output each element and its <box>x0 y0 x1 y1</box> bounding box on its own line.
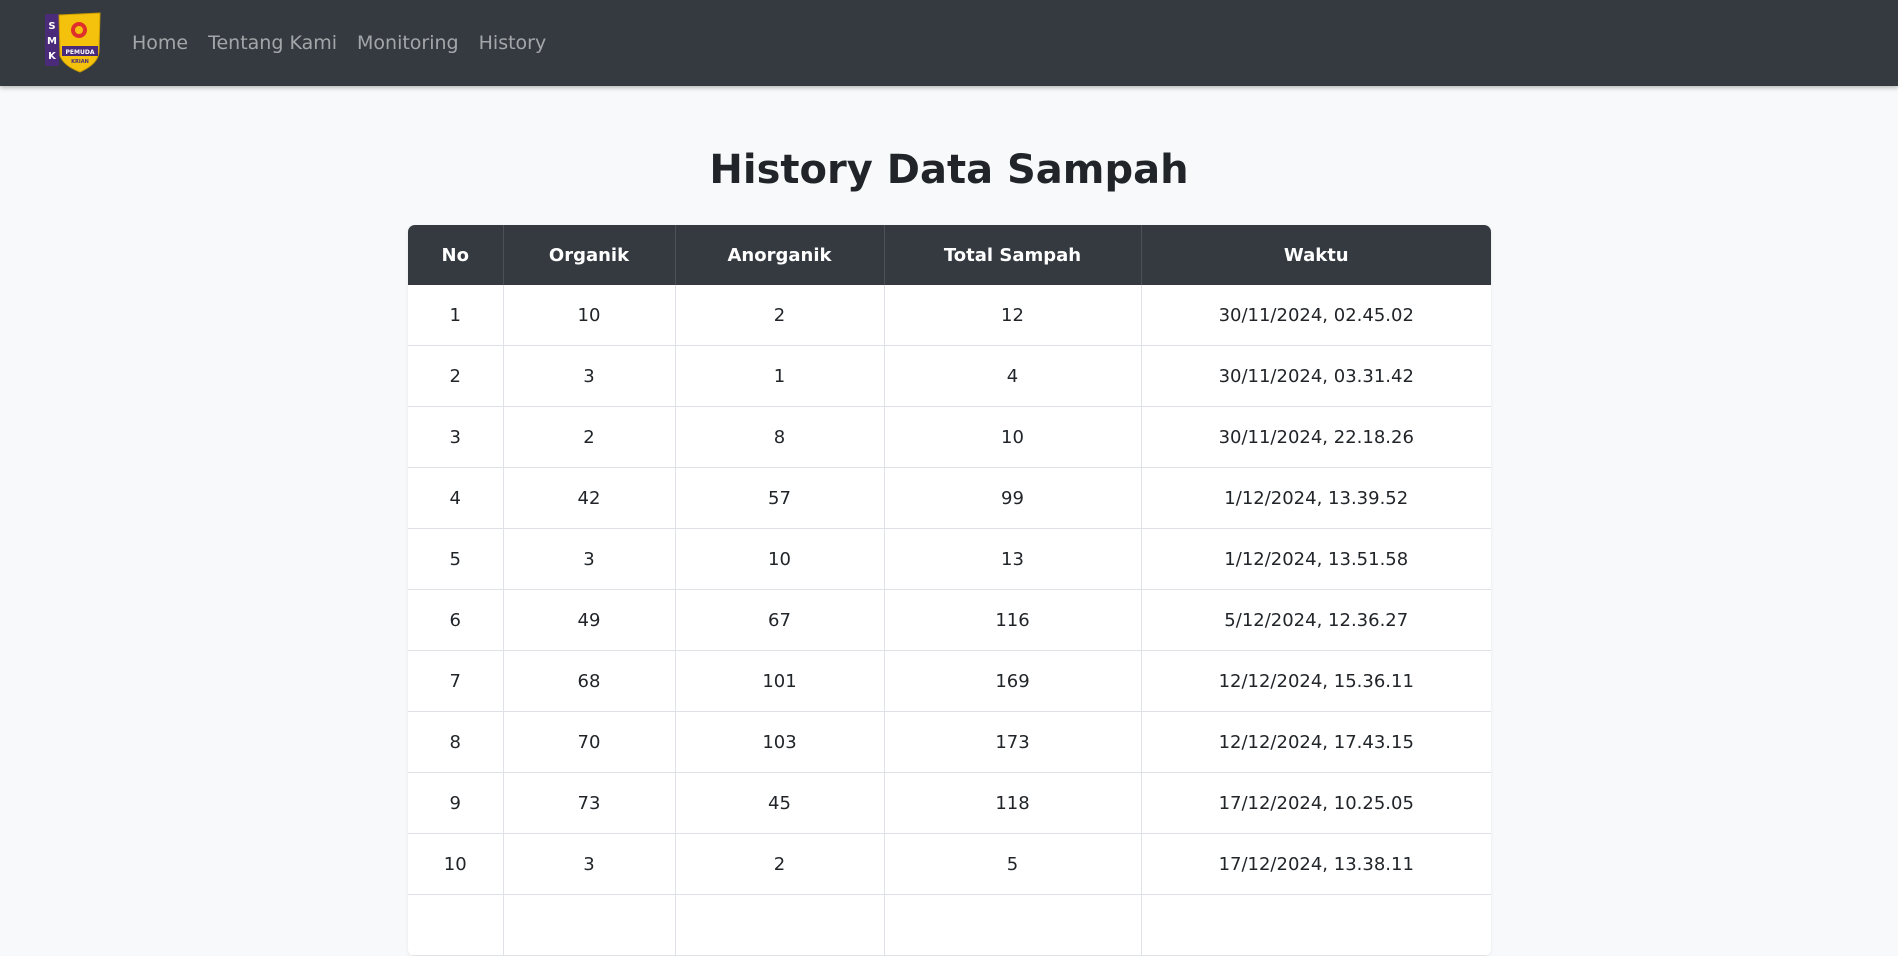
cell-no <box>408 894 504 956</box>
cell-anorganik: 103 <box>675 711 885 773</box>
table-row: 6 49 67 116 5/12/2024, 12.36.27 <box>408 589 1491 651</box>
cell-total-sampah: 116 <box>884 589 1142 651</box>
cell-organik <box>503 894 676 956</box>
cell-organik: 42 <box>503 467 676 529</box>
logo-text-line1: PEMUDA <box>66 49 95 56</box>
table-row: 7 68 101 169 12/12/2024, 15.36.11 <box>408 650 1491 712</box>
cell-waktu <box>1141 894 1491 956</box>
cell-no: 3 <box>408 406 504 468</box>
cell-organik: 3 <box>503 345 676 407</box>
cell-no: 2 <box>408 345 504 407</box>
cell-total-sampah: 10 <box>884 406 1142 468</box>
history-table: No Organik Anorganik Total Sampah Waktu … <box>408 225 1491 956</box>
cell-anorganik: 2 <box>675 285 885 346</box>
table-row: 1 10 2 12 30/11/2024, 02.45.02 <box>408 285 1491 346</box>
cell-waktu: 17/12/2024, 10.25.05 <box>1141 772 1491 834</box>
column-header-anorganik: Anorganik <box>675 225 885 285</box>
cell-no: 1 <box>408 285 504 346</box>
nav-link-monitoring[interactable]: Monitoring <box>357 32 459 54</box>
cell-waktu: 1/12/2024, 13.51.58 <box>1141 528 1491 590</box>
cell-no: 9 <box>408 772 504 834</box>
cell-waktu: 5/12/2024, 12.36.27 <box>1141 589 1491 651</box>
navbar: S M K PEMUDA KRIAN Home Tentang Kami Mon… <box>0 0 1898 86</box>
logo-letter-k: K <box>48 51 57 62</box>
cell-total-sampah: 99 <box>884 467 1142 529</box>
table-row: 3 2 8 10 30/11/2024, 22.18.26 <box>408 406 1491 468</box>
table-row: 4 42 57 99 1/12/2024, 13.39.52 <box>408 467 1491 529</box>
cell-total-sampah: 169 <box>884 650 1142 712</box>
cell-no: 7 <box>408 650 504 712</box>
cell-total-sampah: 118 <box>884 772 1142 834</box>
table-row: 9 73 45 118 17/12/2024, 10.25.05 <box>408 772 1491 834</box>
nav-links: Home Tentang Kami Monitoring History <box>132 32 566 54</box>
cell-waktu: 30/11/2024, 02.45.02 <box>1141 285 1491 346</box>
cell-waktu: 12/12/2024, 17.43.15 <box>1141 711 1491 773</box>
cell-waktu: 30/11/2024, 22.18.26 <box>1141 406 1491 468</box>
cell-anorganik: 57 <box>675 467 885 529</box>
table-row: 8 70 103 173 12/12/2024, 17.43.15 <box>408 711 1491 773</box>
cell-organik: 2 <box>503 406 676 468</box>
cell-organik: 3 <box>503 528 676 590</box>
logo-letter-s: S <box>48 21 55 32</box>
cell-total-sampah: 5 <box>884 833 1142 895</box>
cell-total-sampah: 4 <box>884 345 1142 407</box>
cell-waktu: 1/12/2024, 13.39.52 <box>1141 467 1491 529</box>
cell-anorganik: 45 <box>675 772 885 834</box>
cell-organik: 10 <box>503 285 676 346</box>
cell-anorganik <box>675 894 885 956</box>
table-row: 10 3 2 5 17/12/2024, 13.38.11 <box>408 833 1491 895</box>
cell-no: 8 <box>408 711 504 773</box>
nav-link-tentang-kami[interactable]: Tentang Kami <box>208 32 337 54</box>
cell-anorganik: 8 <box>675 406 885 468</box>
history-table-container: No Organik Anorganik Total Sampah Waktu … <box>408 225 1491 956</box>
cell-anorganik: 2 <box>675 833 885 895</box>
cell-no: 5 <box>408 528 504 590</box>
table-header: No Organik Anorganik Total Sampah Waktu <box>408 225 1491 285</box>
cell-total-sampah <box>884 894 1142 956</box>
column-header-no: No <box>408 225 504 285</box>
logo-letter-m: M <box>47 36 57 47</box>
cell-waktu: 30/11/2024, 03.31.42 <box>1141 345 1491 407</box>
cell-no: 10 <box>408 833 504 895</box>
cell-no: 4 <box>408 467 504 529</box>
cell-total-sampah: 13 <box>884 528 1142 590</box>
table-header-row: No Organik Anorganik Total Sampah Waktu <box>408 225 1491 285</box>
cell-organik: 3 <box>503 833 676 895</box>
cell-organik: 68 <box>503 650 676 712</box>
logo-text-line2: KRIAN <box>71 59 89 65</box>
table-body: 1 10 2 12 30/11/2024, 02.45.02 2 3 1 4 30/11/2024… <box>408 285 1491 956</box>
cell-organik: 49 <box>503 589 676 651</box>
cell-waktu: 17/12/2024, 13.38.11 <box>1141 833 1491 895</box>
cell-no: 6 <box>408 589 504 651</box>
column-header-total-sampah: Total Sampah <box>884 225 1142 285</box>
nav-link-home[interactable]: Home <box>132 32 188 54</box>
cell-anorganik: 1 <box>675 345 885 407</box>
column-header-organik: Organik <box>503 225 676 285</box>
cell-organik: 73 <box>503 772 676 834</box>
cell-anorganik: 67 <box>675 589 885 651</box>
page-title: History Data Sampah <box>709 147 1189 193</box>
table-row <box>408 894 1491 956</box>
nav-link-history[interactable]: History <box>479 32 547 54</box>
cell-waktu: 12/12/2024, 15.36.11 <box>1141 650 1491 712</box>
table-row: 2 3 1 4 30/11/2024, 03.31.42 <box>408 345 1491 407</box>
school-logo[interactable]: S M K PEMUDA KRIAN <box>44 12 102 74</box>
cell-organik: 70 <box>503 711 676 773</box>
cell-total-sampah: 173 <box>884 711 1142 773</box>
cell-anorganik: 101 <box>675 650 885 712</box>
cell-total-sampah: 12 <box>884 285 1142 346</box>
cell-anorganik: 10 <box>675 528 885 590</box>
table-row: 5 3 10 13 1/12/2024, 13.51.58 <box>408 528 1491 590</box>
column-header-waktu: Waktu <box>1141 225 1491 285</box>
